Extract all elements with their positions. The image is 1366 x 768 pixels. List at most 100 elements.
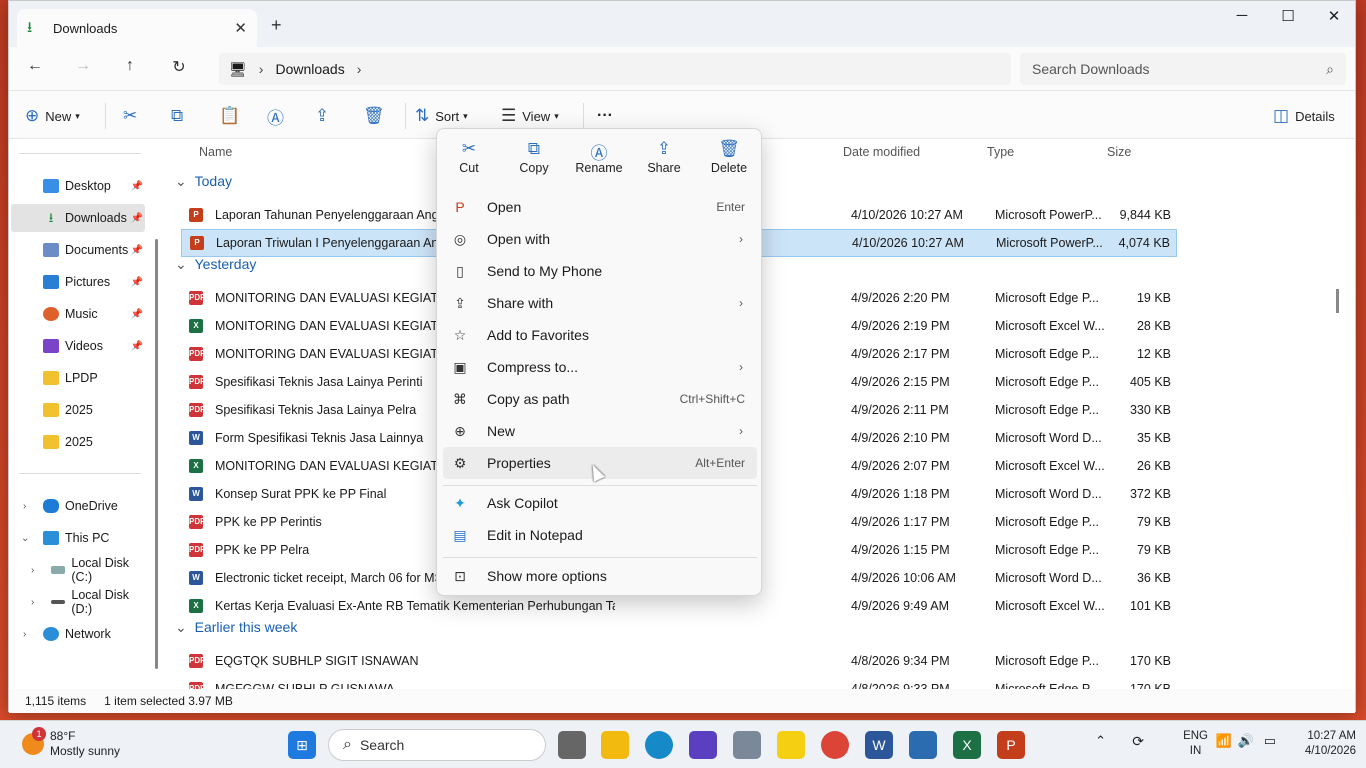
share-button[interactable]: ⇪	[315, 103, 335, 129]
divider	[19, 473, 141, 474]
sidebar-item-label: Network	[65, 627, 111, 641]
sidebar-item-music[interactable]: Music 📌	[11, 300, 145, 328]
sidebar-item-desktop[interactable]: Desktop 📌	[11, 172, 145, 200]
new-button[interactable]: ⊕ New ▾	[25, 103, 80, 129]
sidebar-item-downloads[interactable]: ⭳ Downloads 📌	[11, 204, 145, 232]
download-icon: ⭳	[27, 19, 33, 36]
delete-button[interactable]: 🗑	[363, 103, 391, 129]
column-header-name[interactable]: Name	[199, 145, 232, 159]
quick-share-button[interactable]: ⇪ Share	[636, 139, 692, 175]
menu-item-share-with[interactable]: ⇪ Share with ›	[443, 287, 757, 319]
column-header-type[interactable]: Type	[987, 145, 1014, 159]
up-button[interactable]: ↑	[116, 57, 144, 81]
copilot-icon: ✦	[454, 495, 466, 511]
menu-item-compress-to[interactable]: ▣ Compress to... ›	[443, 351, 757, 383]
sidebar-item-documents[interactable]: Documents 📌	[11, 236, 145, 264]
search-input[interactable]: Search Downloads ⌕	[1020, 53, 1346, 85]
menu-item-edit-notepad[interactable]: ▤ Edit in Notepad	[443, 519, 757, 551]
menu-item-label: Show more options	[487, 568, 607, 584]
sidebar-item-lpdp[interactable]: LPDP	[11, 364, 145, 392]
menu-item-open[interactable]: P Open Enter	[443, 191, 757, 223]
table-row[interactable]: PDF MGFGGW SUBHLP GUSNAWA 4/8/2026 9:33 PM…	[181, 675, 1177, 689]
menu-item-open-with[interactable]: ◎ Open with ›	[443, 223, 757, 255]
copy-button[interactable]: ⧉	[171, 103, 189, 129]
details-pane-button[interactable]: ◫ Details	[1273, 103, 1335, 129]
file-size: 170 KB	[1129, 682, 1171, 689]
scrollbar[interactable]	[155, 239, 158, 669]
refresh-button[interactable]: ↻	[165, 57, 193, 81]
quick-copy-button[interactable]: ⧉ Copy	[506, 139, 562, 175]
taskbar-search[interactable]: ⌕ Search	[328, 729, 546, 761]
menu-item-show-more-options[interactable]: ⊡ Show more options	[443, 560, 757, 592]
group-header-today[interactable]: ⌄ Today	[175, 173, 232, 190]
menu-item-send-to-my-phone[interactable]: ▯ Send to My Phone	[443, 255, 757, 287]
rename-button[interactable]: Ⓐ	[267, 103, 290, 129]
calculator-icon[interactable]	[909, 731, 937, 759]
table-row[interactable]: X Kertas Kerja Evaluasi Ex-Ante RB Temati…	[181, 592, 1177, 620]
breadcrumb-downloads[interactable]: Downloads	[275, 61, 344, 77]
minimize-button[interactable]: ─	[1219, 7, 1265, 31]
chevron-up-icon[interactable]: ⌃	[1095, 733, 1106, 749]
tab-downloads[interactable]: ⭳ Downloads ✕	[17, 9, 257, 47]
quick-delete-button[interactable]: 🗑 Delete	[701, 139, 757, 175]
sidebar-item-2025-b[interactable]: 2025	[11, 428, 145, 456]
menu-item-ask-copilot[interactable]: ✦ Ask Copilot	[443, 487, 757, 519]
chevron-right-icon: ›	[739, 296, 743, 310]
menu-item-new[interactable]: ⊕ New ›	[443, 415, 757, 447]
more-options-icon: ⊡	[454, 568, 466, 584]
quick-rename-button[interactable]: Ⓐ Rename	[571, 139, 627, 175]
sidebar-item-pictures[interactable]: Pictures 📌	[11, 268, 145, 296]
clock[interactable]: 10:27 AM 4/10/2026	[1282, 729, 1356, 759]
view-button[interactable]: ☰ View ▾	[501, 103, 559, 129]
language-indicator[interactable]: ENG IN	[1183, 729, 1208, 759]
scrollbar[interactable]	[1336, 289, 1339, 313]
wifi-icon[interactable]: 📶	[1216, 733, 1232, 749]
edge-icon[interactable]	[645, 731, 673, 759]
close-tab-icon[interactable]: ✕	[234, 19, 247, 37]
sidebar-item-onedrive[interactable]: › OneDrive	[11, 492, 145, 520]
more-options-button[interactable]: ···	[597, 103, 613, 129]
camera-icon[interactable]	[733, 731, 761, 759]
battery-icon[interactable]: ▭	[1264, 733, 1276, 749]
copilot-app-icon[interactable]	[689, 731, 717, 759]
forward-button[interactable]: →	[69, 57, 97, 81]
volume-icon[interactable]: 🔊	[1238, 733, 1254, 749]
column-header-date[interactable]: Date modified	[843, 145, 920, 159]
cut-button[interactable]: ✂	[123, 103, 143, 129]
sidebar-item-this-pc[interactable]: ⌄ This PC	[11, 524, 145, 552]
breadcrumb[interactable]: 🖥 › Downloads ›	[219, 53, 1011, 85]
back-button[interactable]: ←	[21, 57, 49, 81]
new-tab-button[interactable]: +	[271, 15, 282, 36]
sidebar-item-videos[interactable]: Videos 📌	[11, 332, 145, 360]
group-header-earlier[interactable]: ⌄ Earlier this week	[175, 619, 297, 636]
sidebar-item-local-disk-d[interactable]: › Local Disk (D:)	[11, 588, 145, 616]
maximize-button[interactable]: ☐	[1265, 7, 1311, 31]
share-icon: ⇪	[315, 106, 330, 125]
sticky-notes-icon[interactable]	[777, 731, 805, 759]
word-icon[interactable]: W	[865, 731, 893, 759]
table-row[interactable]: PDF EQGTQK SUBHLP SIGIT ISNAWAN 4/8/2026 9…	[181, 647, 1177, 675]
group-header-yesterday[interactable]: ⌄ Yesterday	[175, 256, 256, 273]
excel-icon[interactable]: X	[953, 731, 981, 759]
menu-item-add-to-favorites[interactable]: ☆ Add to Favorites	[443, 319, 757, 351]
paste-button[interactable]: 📋	[219, 103, 246, 129]
sidebar-item-local-disk-c[interactable]: › Local Disk (C:)	[11, 556, 145, 584]
sidebar-item-2025[interactable]: 2025	[11, 396, 145, 424]
task-view-icon[interactable]	[558, 731, 586, 759]
file-size: 79 KB	[1136, 543, 1171, 557]
chevron-right-icon: ›	[739, 232, 743, 246]
column-header-size[interactable]: Size	[1107, 145, 1131, 159]
sync-icon[interactable]: ⟳	[1132, 733, 1144, 750]
menu-item-copy-as-path[interactable]: ⌘ Copy as path Ctrl+Shift+C	[443, 383, 757, 415]
doc-file-icon: W	[189, 487, 203, 501]
chrome-icon[interactable]	[821, 731, 849, 759]
close-window-button[interactable]: ✕	[1311, 7, 1357, 31]
sort-button[interactable]: ⇅ Sort ▾	[415, 103, 468, 129]
quick-cut-button[interactable]: ✂ Cut	[441, 139, 497, 175]
start-button[interactable]: ⊞	[288, 731, 316, 759]
file-explorer-icon[interactable]	[601, 731, 629, 759]
sidebar-item-network[interactable]: › Network	[11, 620, 145, 648]
star-icon: ☆	[453, 327, 467, 343]
powerpoint-icon[interactable]: P	[997, 731, 1025, 759]
file-date: 4/10/2026 10:27 AM	[852, 236, 964, 250]
